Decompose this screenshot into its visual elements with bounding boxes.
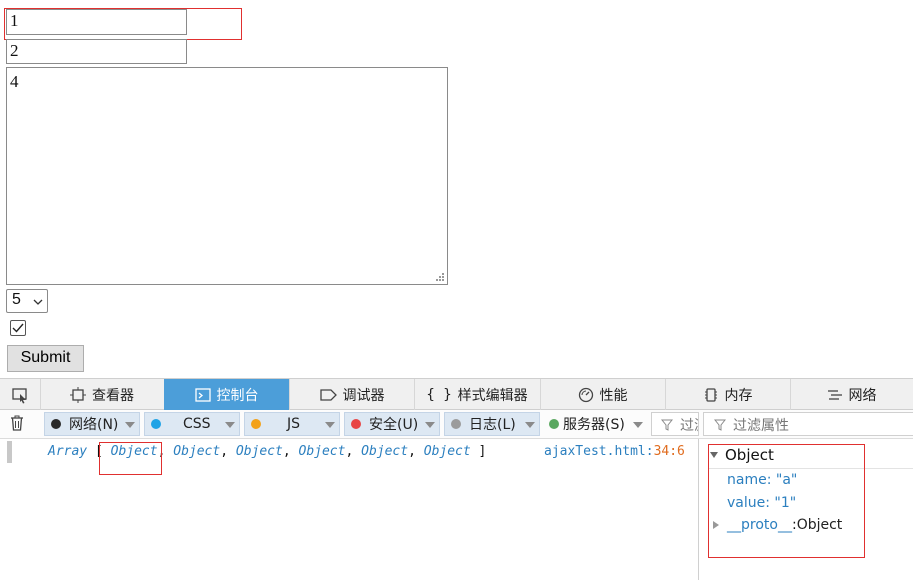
filter-label: 安全(U) [369, 417, 419, 433]
tab-memory[interactable]: 内存 [665, 379, 791, 410]
log-dot-icon [451, 419, 461, 429]
log-object-link[interactable]: Object [173, 444, 220, 459]
filter-placeholder: 过滤 [680, 418, 698, 434]
textarea-value: 4 [10, 72, 19, 91]
checkbox[interactable] [10, 320, 26, 336]
log-source-link[interactable]: ajaxTest.html:34:6 [544, 444, 685, 459]
server-dot-icon [549, 419, 559, 429]
clear-console-button[interactable] [8, 414, 28, 434]
filter-server-button[interactable]: 服务器(S) [544, 412, 648, 436]
filter-label: 服务器(S) [563, 417, 625, 433]
filter-label: CSS [183, 416, 211, 432]
pick-element-icon [12, 387, 27, 403]
tab-network[interactable]: 网络 [790, 379, 913, 410]
debugger-icon [319, 388, 337, 401]
tab-debugger[interactable]: 调试器 [289, 379, 415, 410]
trash-icon [11, 415, 23, 431]
tab-performance[interactable]: 性能 [540, 379, 666, 410]
dropdown-caret-icon[interactable] [425, 422, 435, 428]
dropdown-caret-icon[interactable] [525, 422, 535, 428]
tab-label: 样式编辑器 [457, 387, 528, 404]
tab-console[interactable]: 控制台 [164, 379, 290, 410]
tab-label: 内存 [724, 387, 753, 404]
log-row-marker [7, 441, 12, 463]
dropdown-caret-icon[interactable] [325, 422, 335, 428]
source-colon: : [645, 444, 654, 459]
number-select-value: 5 [12, 291, 21, 308]
console-output: Array [ Object, Object, Object, Object, … [0, 439, 698, 580]
css-dot-icon [151, 419, 161, 429]
number-select[interactable]: 5 [6, 289, 48, 313]
checkmark-icon [12, 323, 24, 333]
dropdown-caret-icon[interactable] [633, 422, 643, 428]
pick-element-button[interactable] [0, 379, 41, 410]
network-dot-icon [51, 419, 61, 429]
submit-button[interactable]: Submit [7, 345, 84, 372]
log-separator: , [282, 444, 299, 459]
filter-funnel-icon [714, 419, 726, 431]
console-filter-bar: 网络(N) CSS JS 安全(U) 日志(L) 服务器(S) 过滤 过滤属性 [0, 410, 913, 439]
highlight-box-inspector [708, 444, 865, 558]
filter-network-button[interactable]: 网络(N) [44, 412, 140, 436]
properties-filter-input[interactable]: 过滤属性 [703, 412, 913, 436]
resize-grip-icon[interactable] [435, 272, 445, 282]
tab-label: 网络 [848, 387, 877, 404]
text-input-2-value: 2 [10, 41, 19, 60]
highlight-box-object [99, 442, 162, 475]
tab-label: 查看器 [92, 387, 134, 404]
tab-inspector[interactable]: 查看器 [40, 379, 165, 410]
filter-security-button[interactable]: 安全(U) [344, 412, 440, 436]
filter-label: 日志(L) [469, 417, 516, 433]
filter-funnel-icon [661, 419, 673, 431]
console-icon [194, 387, 211, 402]
memory-icon [704, 387, 717, 402]
filter-css-button[interactable]: CSS [144, 412, 240, 436]
log-separator: , [345, 444, 362, 459]
dropdown-caret-icon[interactable] [225, 422, 235, 428]
braces-icon: { } [426, 386, 452, 403]
log-close-bracket: ] [478, 444, 487, 459]
log-array-label[interactable]: Array [48, 444, 87, 459]
tab-label: 调试器 [342, 387, 385, 404]
security-dot-icon [351, 419, 361, 429]
log-separator: , [408, 444, 424, 459]
console-filter-input[interactable]: 过滤 [651, 412, 699, 436]
js-dot-icon [251, 419, 261, 429]
highlight-box-input [4, 8, 242, 40]
textarea[interactable]: 4 [6, 67, 448, 285]
filter-label: 网络(N) [69, 417, 119, 433]
log-object-link[interactable]: Object [299, 444, 346, 459]
filter-label: JS [287, 416, 301, 432]
devtools-toolbar: 查看器 控制台 调试器 { } 样式编辑器 性能 内存 网络 [0, 378, 913, 410]
filter-log-button[interactable]: 日志(L) [444, 412, 540, 436]
dropdown-caret-icon[interactable] [125, 422, 135, 428]
inspector-icon [70, 386, 86, 403]
source-location: 34:6 [653, 444, 685, 459]
tab-label: 控制台 [216, 387, 259, 404]
network-icon [827, 389, 842, 400]
text-input-2[interactable]: 2 [6, 39, 187, 64]
log-separator: , [220, 444, 236, 459]
source-file: ajaxTest.html [544, 444, 646, 459]
variables-panel: Object name: "a" value: "1" __proto__: O… [698, 439, 913, 580]
log-object-link[interactable]: Object [361, 444, 408, 459]
properties-filter-placeholder: 过滤属性 [733, 418, 789, 434]
log-object-link[interactable]: Object [424, 444, 471, 459]
tab-label: 性能 [599, 387, 628, 404]
tab-style-editor[interactable]: { } 样式编辑器 [414, 379, 541, 410]
filter-js-button[interactable]: JS [244, 412, 340, 436]
chevron-down-icon [33, 299, 43, 305]
performance-icon [578, 387, 593, 402]
log-object-link[interactable]: Object [236, 444, 283, 459]
submit-button-label: Submit [20, 349, 71, 366]
